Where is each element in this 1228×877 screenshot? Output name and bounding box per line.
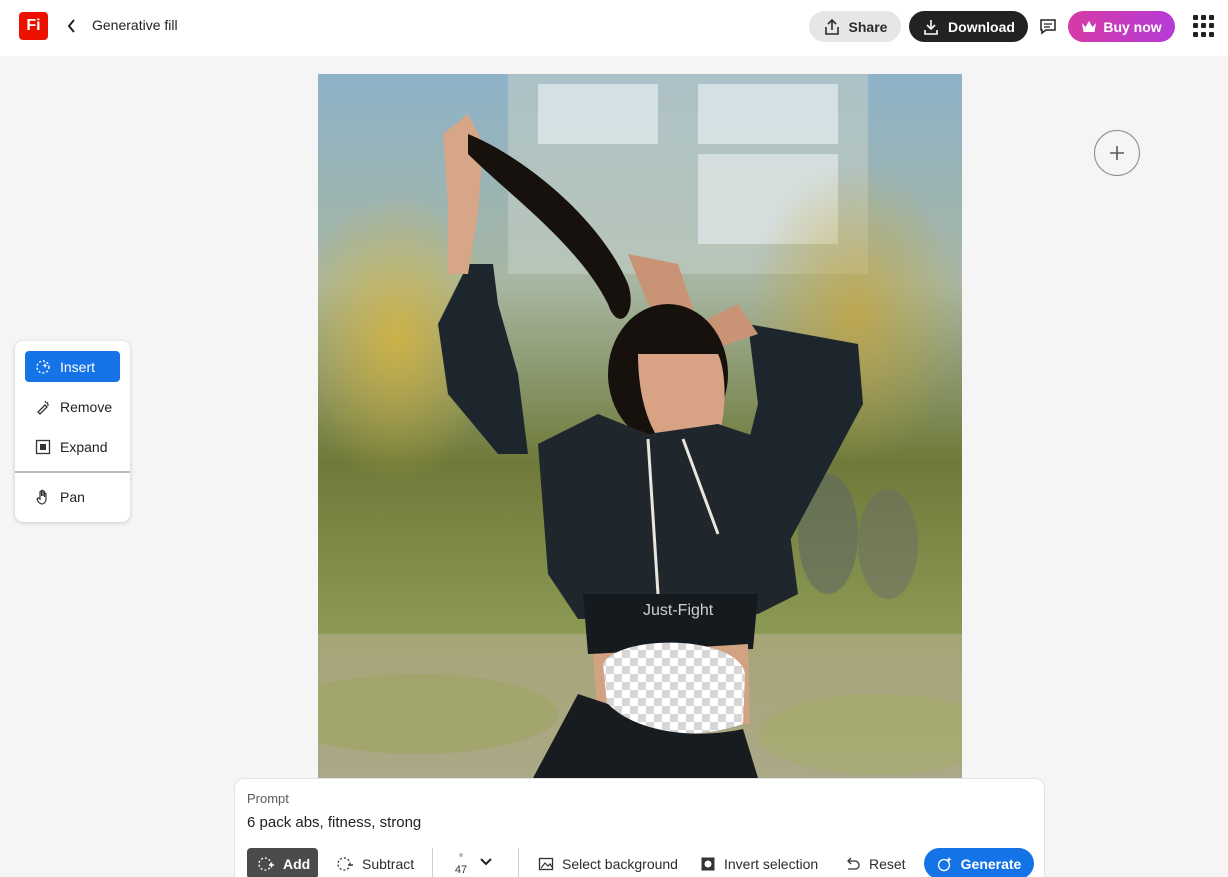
buy-now-button[interactable]: Buy now [1068,11,1175,42]
apps-grid-icon[interactable] [1193,15,1215,37]
page-title: Generative fill [92,17,178,33]
canvas-image[interactable]: Just-Fight [318,74,962,778]
add-label: Add [283,855,311,872]
brush-size-preview [459,853,463,857]
brush-size-value: 47 [454,864,468,876]
prompt-panel: Prompt Add Subtract 47 Select background… [234,778,1045,877]
download-icon [924,19,938,35]
back-button[interactable] [62,14,82,38]
crown-icon [1082,20,1097,32]
top-bar: Fi Generative fill Share Download Buy no… [0,0,1228,56]
share-icon [824,18,839,35]
subtract-label: Subtract [362,855,415,872]
tool-divider [15,471,130,473]
add-brush-icon [258,856,274,871]
chevron-down-icon [480,858,492,866]
tool-pan-label: Pan [60,488,85,505]
invert-selection-label: Invert selection [724,855,819,872]
buy-now-label: Buy now [1103,18,1162,35]
share-button[interactable]: Share [809,11,901,42]
tool-expand[interactable]: Expand [25,431,120,462]
select-background-button[interactable]: Select background [538,848,678,877]
tool-expand-label: Expand [60,438,108,455]
download-button[interactable]: Download [909,11,1028,42]
share-label: Share [848,18,888,35]
reset-label: Reset [869,855,906,872]
tool-insert-label: Insert [60,358,96,375]
generate-button[interactable]: Generate [924,848,1034,877]
divider [518,848,519,877]
shirt-text: Just-Fight [643,602,714,619]
reset-button[interactable]: Reset [845,848,906,877]
divider [432,848,433,877]
hand-icon [36,489,47,505]
app-logo-text: Fi [26,17,41,34]
tool-remove-label: Remove [60,398,113,415]
insert-icon [36,359,50,374]
generate-label: Generate [960,855,1022,872]
tool-insert[interactable]: Insert [25,351,120,382]
image-icon [538,857,554,870]
invert-selection-icon [701,857,715,870]
comment-icon [1040,19,1056,35]
download-label: Download [948,18,1015,35]
subtract-button[interactable]: Subtract [336,848,414,877]
tool-pan[interactable]: Pan [25,481,120,512]
invert-selection-button[interactable]: Invert selection [700,848,818,877]
generate-icon [937,856,952,871]
tool-panel: Insert Remove Expand Pan [15,341,130,522]
prompt-label: Prompt [247,791,289,806]
remove-icon [37,400,49,415]
app-logo[interactable]: Fi [19,12,48,40]
subtract-brush-icon [337,856,353,871]
chevron-left-icon [67,19,75,33]
brush-size-dropdown[interactable] [480,853,492,871]
tool-remove[interactable]: Remove [25,391,120,422]
comment-button[interactable] [1036,14,1060,38]
zoom-in-button[interactable] [1094,130,1140,176]
undo-icon [847,857,860,870]
prompt-input[interactable] [247,811,1027,833]
plus-icon [1110,146,1124,160]
select-background-label: Select background [562,855,678,872]
expand-icon [35,439,51,454]
add-button[interactable]: Add [247,848,318,877]
